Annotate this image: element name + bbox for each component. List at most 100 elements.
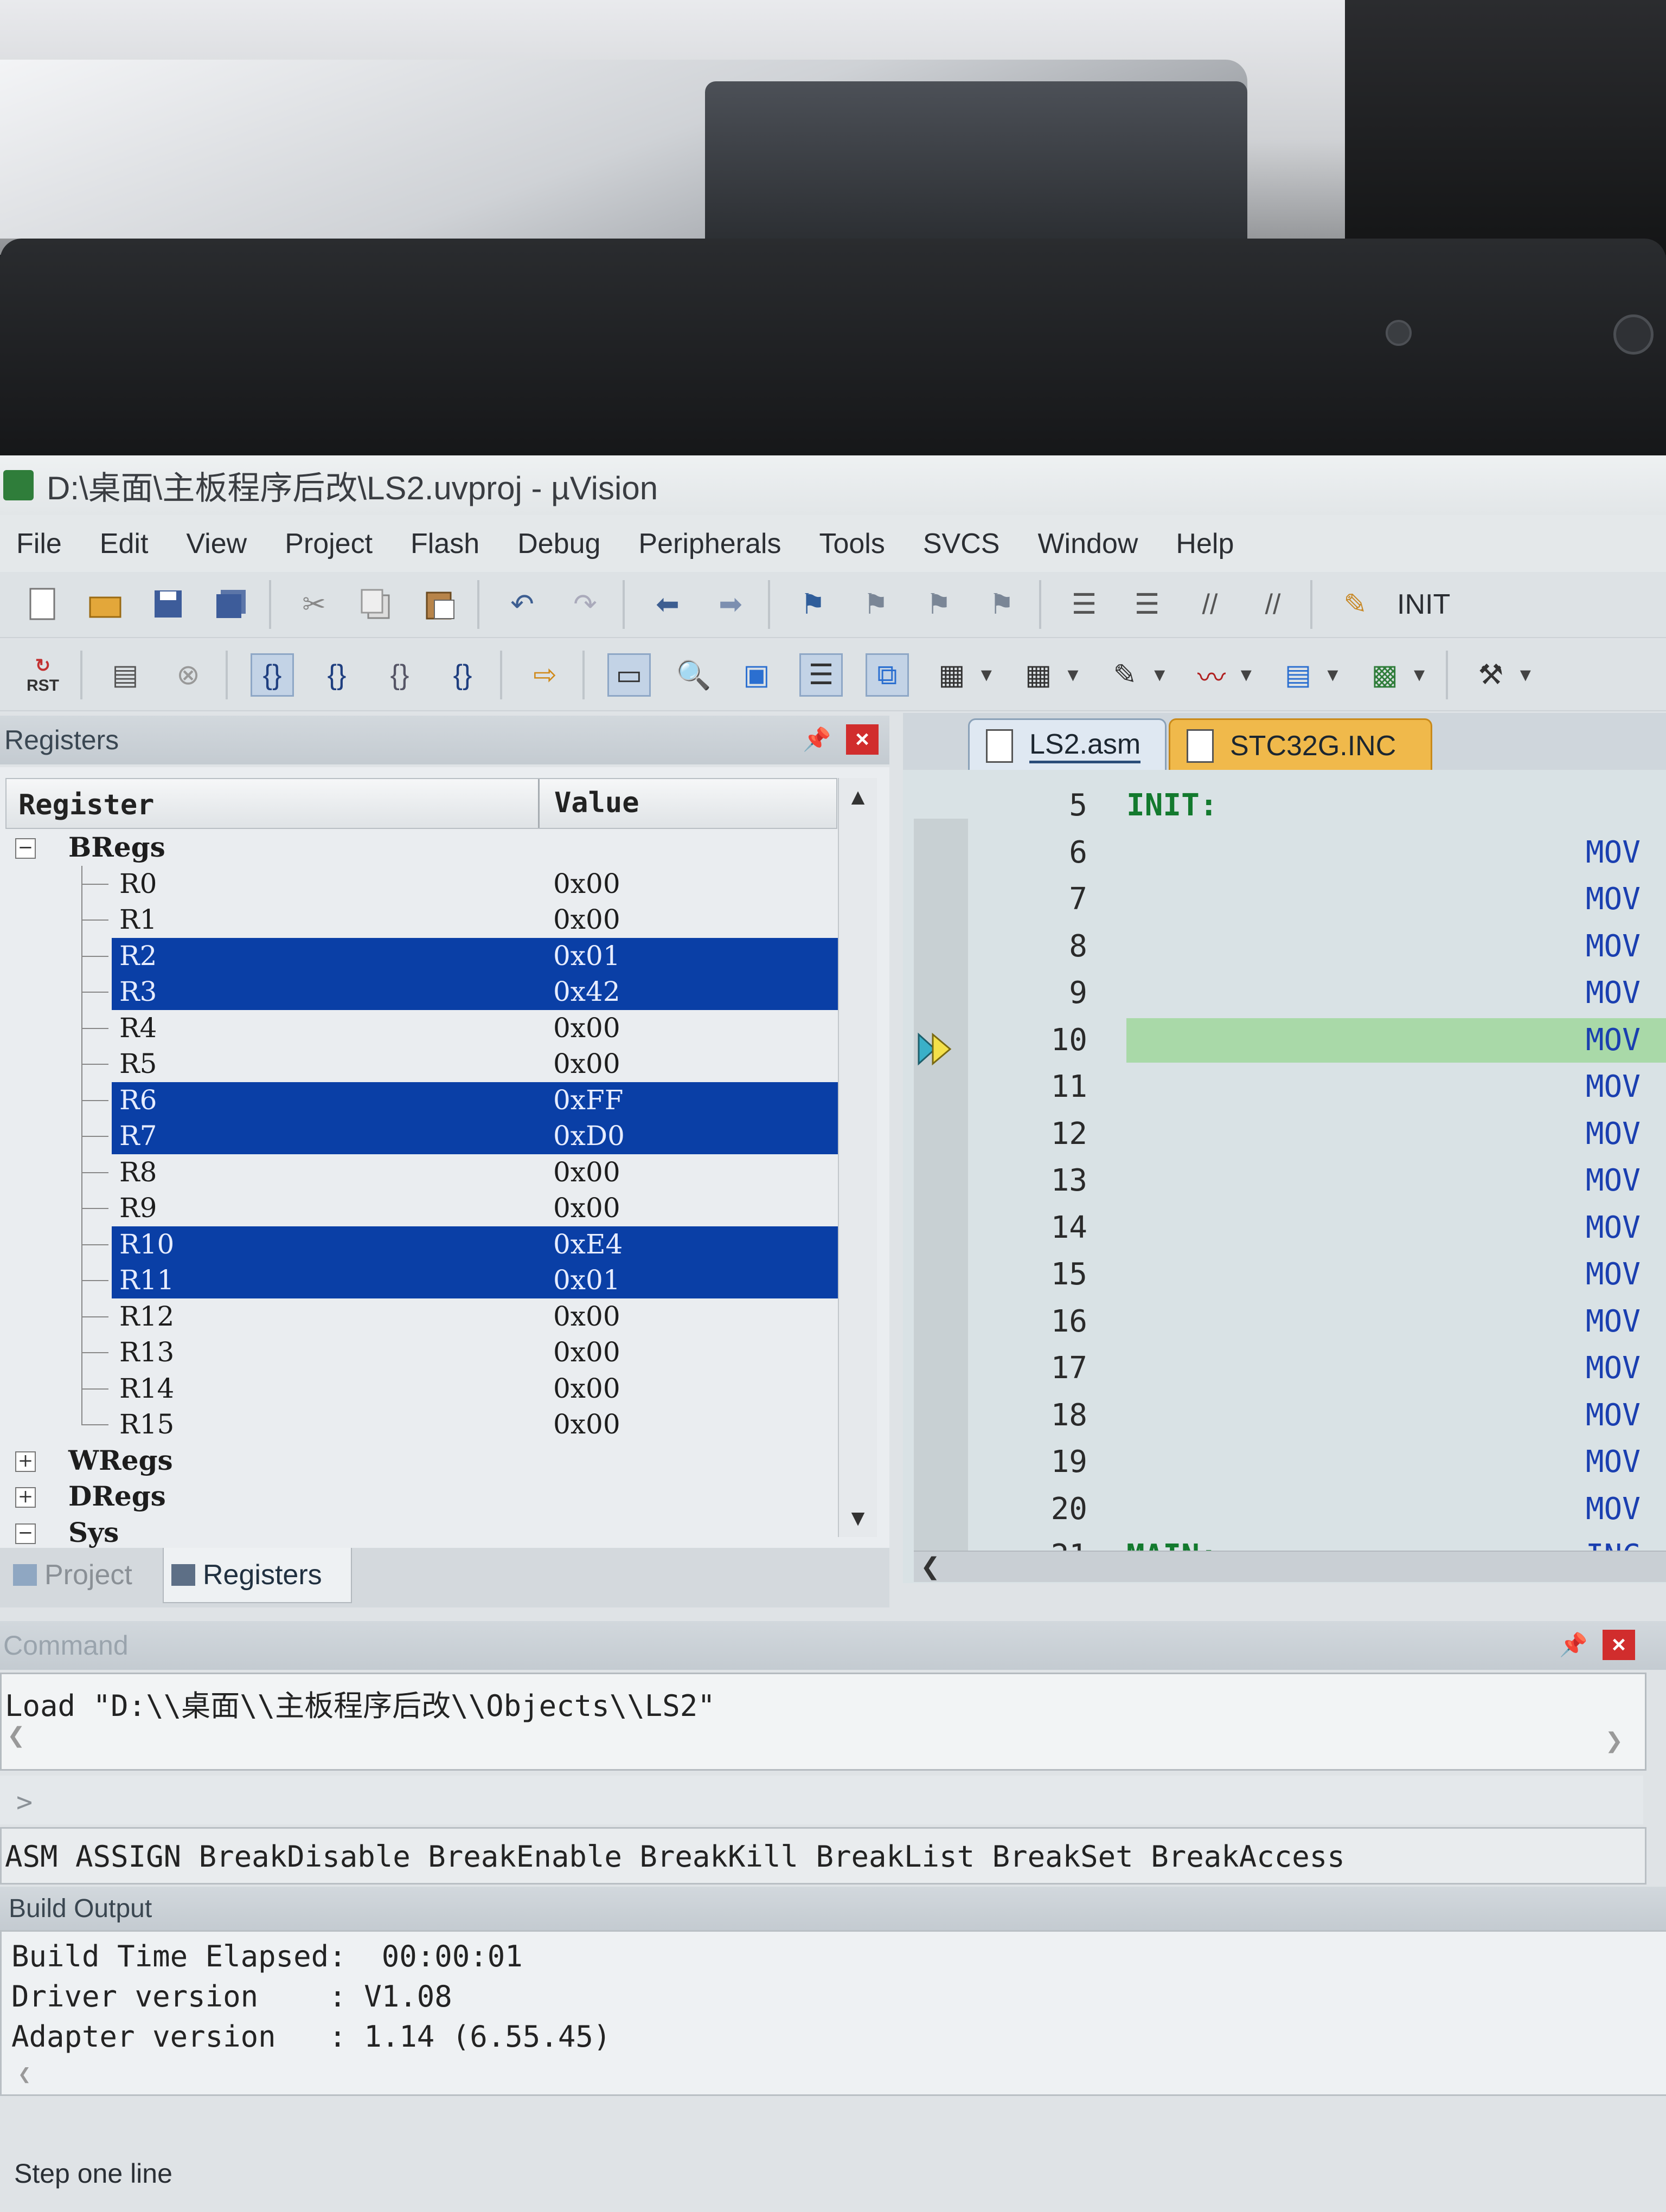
menu-item-tools[interactable]: Tools	[819, 528, 885, 560]
tab-project[interactable]: Project	[5, 1548, 157, 1602]
menu-item-help[interactable]: Help	[1176, 528, 1234, 560]
disassembly-window-icon[interactable]: 🔍	[674, 655, 714, 695]
collapse-icon[interactable]: −	[15, 1523, 36, 1544]
register-value[interactable]: 0x01	[553, 1262, 620, 1298]
register-row-r15[interactable]: R15 0x00	[5, 1406, 835, 1443]
command-window-icon[interactable]: ▭	[607, 653, 651, 697]
menu-item-svcs[interactable]: SVCS	[923, 528, 1000, 560]
registers-scrollbar[interactable]: ▲ ▼	[838, 778, 877, 1537]
register-row-r4[interactable]: R4 0x00	[5, 1009, 835, 1046]
scroll-right-icon[interactable]: ❯	[1605, 1728, 1623, 1753]
menu-item-file[interactable]: File	[16, 528, 62, 560]
menu-item-view[interactable]: View	[186, 528, 247, 560]
register-value[interactable]: 0xD0	[553, 1118, 625, 1154]
register-value[interactable]: 0x00	[553, 1046, 620, 1082]
register-group-bregs[interactable]: − BRegs	[5, 829, 835, 866]
column-header-register[interactable]: Register	[18, 789, 154, 821]
pin-icon[interactable]: 📌	[1559, 1632, 1587, 1658]
register-row-r10[interactable]: R10 0xE4	[5, 1226, 841, 1263]
close-icon[interactable]: ×	[1603, 1630, 1635, 1660]
menu-item-debug[interactable]: Debug	[517, 528, 600, 560]
save-icon[interactable]	[149, 584, 189, 625]
step-out-icon[interactable]: {}	[380, 655, 420, 695]
step-over-icon[interactable]: {}	[317, 655, 357, 695]
call-stack-icon[interactable]: ⧉	[866, 653, 909, 697]
init-target-selector[interactable]: INIT	[1397, 588, 1450, 621]
toolbox-icon[interactable]: ⚒	[1471, 655, 1511, 695]
open-folder-icon[interactable]	[86, 584, 126, 625]
register-row-r5[interactable]: R5 0x00	[5, 1046, 835, 1082]
bookmark-clear-icon[interactable]: ⚑	[982, 584, 1022, 625]
analysis-window-icon[interactable]: 〰	[1191, 655, 1232, 695]
scroll-left-icon[interactable]: ❮	[18, 2062, 31, 2087]
new-file-icon[interactable]	[23, 584, 63, 625]
tab-ls2-asm[interactable]: LS2.asm	[968, 718, 1167, 773]
close-icon[interactable]: ×	[846, 724, 879, 755]
uncomment-icon[interactable]: //	[1253, 584, 1293, 625]
register-row-r11[interactable]: R11 0x01	[5, 1262, 841, 1298]
scroll-down-icon[interactable]: ▼	[839, 1499, 877, 1537]
indent-icon[interactable]: ☰	[1064, 584, 1104, 625]
register-row-r13[interactable]: R13 0x00	[5, 1334, 835, 1371]
navigate-back-icon[interactable]: ⬅	[648, 584, 688, 625]
column-divider[interactable]	[538, 779, 540, 828]
register-group-dregs[interactable]: + DRegs	[5, 1478, 835, 1515]
register-value[interactable]: 0x42	[553, 974, 620, 1010]
watch-window-icon[interactable]: ▦	[932, 655, 972, 695]
register-value[interactable]: 0xFF	[553, 1082, 623, 1118]
expand-icon[interactable]: +	[15, 1487, 36, 1508]
cut-icon[interactable]: ✂	[294, 584, 334, 625]
save-all-icon[interactable]	[212, 584, 252, 625]
find-in-files-icon[interactable]: ✎	[1335, 584, 1375, 625]
register-row-r9[interactable]: R9 0x00	[5, 1190, 835, 1226]
unindent-icon[interactable]: ☰	[1127, 584, 1167, 625]
scroll-up-icon[interactable]: ▲	[839, 778, 877, 816]
collapse-icon[interactable]: −	[15, 838, 36, 859]
chevron-down-icon[interactable]: ▼	[1410, 665, 1428, 686]
code-editor[interactable]: 5 INIT: 6 MOV 7 MOV 8 MOV 9 MOV 10 MOV 11 MOV 12 MOV 13 M…	[903, 770, 1666, 1583]
register-value[interactable]: 0x00	[553, 1371, 620, 1407]
register-row-r0[interactable]: R0 0x00	[5, 865, 835, 902]
tab-registers[interactable]: Registers	[163, 1548, 352, 1603]
tab-stc32g-inc[interactable]: STC32G.INC	[1169, 718, 1432, 773]
register-value[interactable]: 0x00	[553, 1406, 620, 1443]
bookmark-prev-icon[interactable]: ⚑	[856, 584, 896, 625]
register-value[interactable]: 0x01	[553, 938, 620, 974]
reset-icon[interactable]: ↻ RST	[23, 655, 63, 695]
chevron-down-icon[interactable]: ▼	[977, 665, 996, 686]
menu-item-project[interactable]: Project	[285, 528, 373, 560]
register-value[interactable]: 0x00	[553, 1298, 620, 1335]
paste-icon[interactable]	[420, 584, 460, 625]
bookmark-next-icon[interactable]: ⚑	[919, 584, 959, 625]
symbols-window-icon[interactable]: ▣	[736, 655, 777, 695]
register-row-r3[interactable]: R3 0x42	[5, 974, 841, 1010]
navigate-forward-icon[interactable]: ➡	[710, 584, 751, 625]
chevron-down-icon[interactable]: ▼	[1324, 665, 1342, 686]
expand-icon[interactable]: +	[15, 1451, 36, 1472]
menu-item-window[interactable]: Window	[1037, 528, 1138, 560]
chevron-down-icon[interactable]: ▼	[1064, 665, 1082, 686]
column-header-value[interactable]: Value	[554, 787, 639, 819]
menu-item-edit[interactable]: Edit	[100, 528, 149, 560]
register-row-r1[interactable]: R1 0x00	[5, 902, 835, 938]
register-row-r2[interactable]: R2 0x01	[5, 937, 841, 974]
register-row-r7[interactable]: R7 0xD0	[5, 1118, 841, 1154]
run-icon[interactable]: ▤	[105, 655, 145, 695]
editor-horizontal-scrollbar[interactable]: ❮	[914, 1551, 1666, 1582]
register-row-r14[interactable]: R14 0x00	[5, 1370, 835, 1407]
register-row-r12[interactable]: R12 0x00	[5, 1298, 835, 1335]
register-value[interactable]: 0xE4	[553, 1226, 623, 1263]
show-next-statement-icon[interactable]: ⇨	[525, 655, 565, 695]
scroll-left-icon[interactable]: ❮	[920, 1553, 940, 1580]
undo-icon[interactable]: ↶	[502, 584, 542, 625]
memory-window-icon[interactable]: ▦	[1018, 655, 1059, 695]
step-into-icon[interactable]: {}	[251, 653, 294, 697]
register-row-r8[interactable]: R8 0x00	[5, 1154, 835, 1190]
chevron-down-icon[interactable]: ▼	[1237, 665, 1255, 686]
register-value[interactable]: 0x00	[553, 902, 620, 938]
register-value[interactable]: 0x00	[553, 1334, 620, 1371]
register-group-wregs[interactable]: + WRegs	[5, 1443, 835, 1479]
copy-icon[interactable]	[357, 584, 397, 625]
registers-window-icon[interactable]: ☰	[799, 653, 843, 697]
trace-window-icon[interactable]: ▤	[1278, 655, 1318, 695]
